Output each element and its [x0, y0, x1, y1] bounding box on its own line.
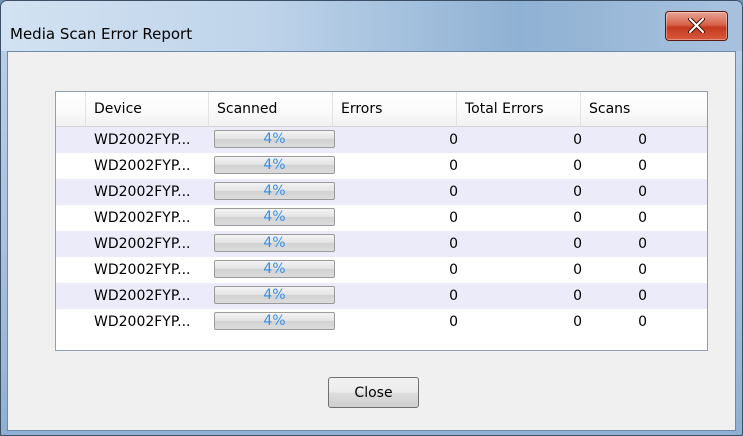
scanned-progress-bar: 4% — [214, 312, 335, 330]
table-row[interactable]: WD2002FYP... 4% 0 0 0 — [56, 257, 707, 283]
device-cell: WD2002FYP... — [94, 288, 191, 304]
column-header-scanned[interactable]: Scanned — [208, 92, 332, 126]
device-cell: WD2002FYP... — [94, 236, 191, 252]
media-scan-error-report-window: Media Scan Error Report Device Scanned E… — [0, 0, 743, 436]
table-row[interactable]: WD2002FYP... 4% 0 0 0 — [56, 231, 707, 257]
errors-cell: 0 — [449, 132, 458, 148]
table-row[interactable]: WD2002FYP... 4% 0 0 0 — [56, 127, 707, 153]
table-header: Device Scanned Errors Total Errors Scans — [56, 92, 707, 127]
column-header-device[interactable]: Device — [85, 92, 208, 126]
column-header-errors[interactable]: Errors — [332, 92, 456, 126]
errors-cell: 0 — [449, 236, 458, 252]
device-cell: WD2002FYP... — [94, 262, 191, 278]
table-row[interactable]: WD2002FYP... 4% 0 0 0 — [56, 283, 707, 309]
scans-cell: 0 — [638, 288, 647, 304]
errors-cell: 0 — [449, 158, 458, 174]
scanned-percent-label: 4% — [263, 261, 286, 277]
scanned-percent-label: 4% — [263, 313, 286, 329]
scanned-progress-bar: 4% — [214, 208, 335, 226]
close-button[interactable]: Close — [328, 377, 419, 408]
device-cell: WD2002FYP... — [94, 210, 191, 226]
scanned-percent-label: 4% — [263, 235, 286, 251]
scanned-progress-bar: 4% — [214, 286, 335, 304]
scanned-progress-bar: 4% — [214, 156, 335, 174]
table-row[interactable]: WD2002FYP... 4% 0 0 0 — [56, 309, 707, 335]
scanned-percent-label: 4% — [263, 183, 286, 199]
scanned-percent-label: 4% — [263, 287, 286, 303]
scans-cell: 0 — [638, 132, 647, 148]
scanned-percent-label: 4% — [263, 131, 286, 147]
column-header-total-errors[interactable]: Total Errors — [456, 92, 580, 126]
total-errors-cell: 0 — [573, 314, 582, 330]
errors-cell: 0 — [449, 262, 458, 278]
table-row[interactable]: WD2002FYP... 4% 0 0 0 — [56, 179, 707, 205]
total-errors-cell: 0 — [573, 158, 582, 174]
dialog-client-area: Device Scanned Errors Total Errors Scans… — [7, 51, 736, 431]
device-cell: WD2002FYP... — [94, 184, 191, 200]
total-errors-cell: 0 — [573, 236, 582, 252]
column-header-scans[interactable]: Scans — [580, 92, 707, 126]
errors-cell: 0 — [449, 210, 458, 226]
total-errors-cell: 0 — [573, 262, 582, 278]
device-cell: WD2002FYP... — [94, 132, 191, 148]
x-icon — [688, 18, 705, 33]
scans-cell: 0 — [638, 262, 647, 278]
total-errors-cell: 0 — [573, 184, 582, 200]
scans-cell: 0 — [638, 158, 647, 174]
errors-cell: 0 — [449, 184, 458, 200]
total-errors-cell: 0 — [573, 132, 582, 148]
scanned-percent-label: 4% — [263, 209, 286, 225]
scanned-progress-bar: 4% — [214, 182, 335, 200]
errors-cell: 0 — [449, 314, 458, 330]
scans-cell: 0 — [638, 236, 647, 252]
scans-cell: 0 — [638, 210, 647, 226]
total-errors-cell: 0 — [573, 210, 582, 226]
scan-results-table: Device Scanned Errors Total Errors Scans… — [55, 91, 708, 351]
scanned-progress-bar: 4% — [214, 234, 335, 252]
total-errors-cell: 0 — [573, 288, 582, 304]
table-row[interactable]: WD2002FYP... 4% 0 0 0 — [56, 153, 707, 179]
scans-cell: 0 — [638, 314, 647, 330]
window-close-button[interactable] — [665, 11, 728, 41]
device-cell: WD2002FYP... — [94, 158, 191, 174]
scanned-progress-bar: 4% — [214, 260, 335, 278]
scanned-percent-label: 4% — [263, 157, 286, 173]
device-cell: WD2002FYP... — [94, 314, 191, 330]
window-title: Media Scan Error Report — [10, 25, 193, 43]
title-bar[interactable]: Media Scan Error Report — [1, 1, 742, 51]
scans-cell: 0 — [638, 184, 647, 200]
scanned-progress-bar: 4% — [214, 130, 335, 148]
errors-cell: 0 — [449, 288, 458, 304]
table-row[interactable]: WD2002FYP... 4% 0 0 0 — [56, 205, 707, 231]
